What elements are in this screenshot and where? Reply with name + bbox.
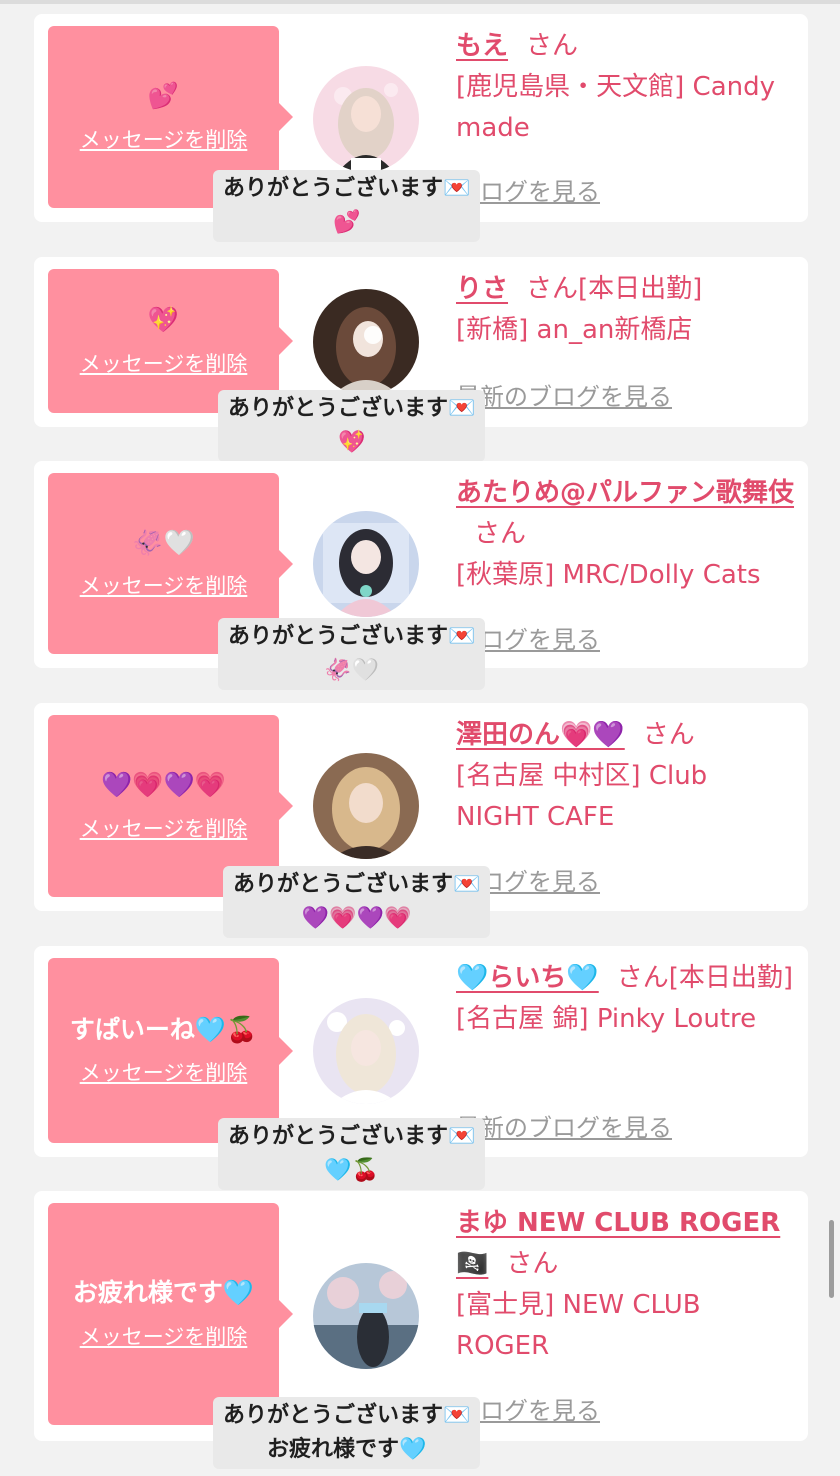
shop-location: [名古屋 中村区] Club NIGHT CAFE bbox=[456, 761, 708, 832]
delete-message-link[interactable]: メッセージを削除 bbox=[80, 1321, 248, 1351]
reply-emoji: お疲れ様です🩵 bbox=[267, 1437, 427, 1462]
bubble-message: 💕 bbox=[147, 81, 180, 111]
cast-info: もえ さん [鹿児島県・天文館] Candy made bbox=[456, 26, 794, 149]
bubble-message: 💜💗💜💗 bbox=[101, 770, 226, 800]
reply-message: ありがとうございます💌 🩵🍒 bbox=[218, 1118, 486, 1190]
reply-message: ありがとうございます💌 💖 bbox=[218, 390, 486, 462]
bubble-message: 💖 bbox=[147, 305, 180, 335]
bubble-message: すぱいーね🩵🍒 bbox=[69, 1014, 258, 1044]
delete-message-link[interactable]: メッセージを削除 bbox=[80, 124, 248, 154]
bubble-message: お疲れ様です🩵 bbox=[72, 1278, 255, 1308]
reply-message: ありがとうございます💌 💜💗💜💗 bbox=[223, 866, 491, 938]
cast-name-link[interactable]: まゆ NEW CLUB ROGER 🏴‍☠️ bbox=[456, 1208, 780, 1279]
reply-text: ありがとうございます💌 bbox=[228, 1124, 476, 1149]
latest-blog-link[interactable]: 最新のブログを見る bbox=[456, 1108, 672, 1143]
work-status: [本日出勤] bbox=[578, 274, 703, 304]
shop-location: [新橋] an_an新橋店 bbox=[456, 315, 693, 345]
reply-text: ありがとうございます💌 bbox=[228, 396, 476, 421]
scrollbar[interactable] bbox=[829, 1220, 834, 1298]
message-bubble: すぱいーね🩵🍒 メッセージを削除 bbox=[48, 958, 293, 1143]
top-divider bbox=[0, 0, 840, 4]
avatar[interactable] bbox=[313, 1263, 419, 1369]
delete-message-link[interactable]: メッセージを削除 bbox=[80, 570, 248, 600]
cast-info: 澤田のん💗💜 さん [名古屋 中村区] Club NIGHT CAFE bbox=[456, 715, 794, 838]
reply-text: ありがとうございます💌 bbox=[228, 624, 476, 649]
reply-emoji: 💖 bbox=[338, 430, 366, 455]
delete-message-link[interactable]: メッセージを削除 bbox=[80, 348, 248, 378]
reply-text: ありがとうございます💌 bbox=[223, 176, 471, 201]
work-status: [本日出勤] bbox=[668, 963, 794, 993]
cast-info: あたりめ@パルファン歌舞伎さん [秋葉原] MRC/Dolly Cats bbox=[456, 473, 794, 596]
bubble-message: 🦑🤍 bbox=[132, 527, 195, 557]
shop-location: [富士見] NEW CLUB ROGER bbox=[456, 1290, 701, 1361]
cast-name-link[interactable]: あたりめ@パルファン歌舞伎 bbox=[456, 478, 794, 508]
reply-text: ありがとうございます💌 bbox=[233, 872, 481, 897]
avatar[interactable] bbox=[313, 753, 419, 859]
reply-emoji: 💕 bbox=[333, 210, 361, 235]
reply-emoji: 🦑🤍 bbox=[324, 658, 380, 683]
reply-emoji: 💜💗💜💗 bbox=[301, 906, 412, 931]
avatar[interactable] bbox=[313, 289, 419, 395]
honorific: さん bbox=[616, 963, 669, 993]
honorific: さん bbox=[526, 31, 579, 61]
cast-info: 🩵らいち🩵 さん[本日出勤] [名古屋 錦] Pinky Loutre bbox=[456, 958, 794, 1040]
reply-message: ありがとうございます💌 🦑🤍 bbox=[218, 618, 486, 690]
cast-name-link[interactable]: 🩵らいち🩵 bbox=[456, 963, 599, 993]
message-bubble: お疲れ様です🩵 メッセージを削除 bbox=[48, 1203, 293, 1425]
shop-location: [名古屋 錦] Pinky Loutre bbox=[456, 1004, 757, 1034]
cast-name-link[interactable]: りさ bbox=[456, 274, 508, 304]
latest-blog-link[interactable]: 最新のブログを見る bbox=[456, 377, 672, 412]
reply-emoji: 🩵🍒 bbox=[324, 1158, 380, 1183]
cast-name-link[interactable]: もえ bbox=[456, 31, 508, 61]
avatar[interactable] bbox=[313, 511, 419, 617]
delete-message-link[interactable]: メッセージを削除 bbox=[80, 1057, 248, 1087]
avatar[interactable] bbox=[313, 66, 419, 172]
cast-name-link[interactable]: 澤田のん💗💜 bbox=[456, 720, 625, 750]
shop-location: [鹿児島県・天文館] Candy made bbox=[456, 72, 776, 143]
honorific: さん bbox=[474, 519, 527, 549]
reply-message: ありがとうございます💌 💕 bbox=[213, 170, 481, 242]
cast-info: まゆ NEW CLUB ROGER 🏴‍☠️ さん [富士見] NEW CLUB … bbox=[456, 1203, 794, 1367]
honorific: さん bbox=[506, 1249, 559, 1279]
delete-message-link[interactable]: メッセージを削除 bbox=[80, 813, 248, 843]
avatar[interactable] bbox=[313, 998, 419, 1104]
shop-location: [秋葉原] MRC/Dolly Cats bbox=[456, 560, 761, 590]
honorific: さん bbox=[526, 274, 579, 304]
honorific: さん bbox=[642, 720, 695, 750]
reply-message: ありがとうございます💌 お疲れ様です🩵 bbox=[213, 1397, 481, 1469]
reply-text: ありがとうございます💌 bbox=[223, 1403, 471, 1428]
cast-info: りさ さん[本日出勤] [新橋] an_an新橋店 bbox=[456, 269, 794, 351]
